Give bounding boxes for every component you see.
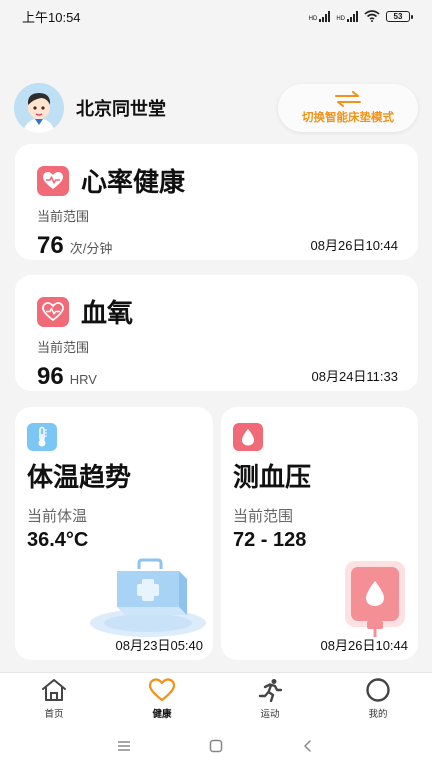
heart-rate-value: 76 xyxy=(37,232,64,259)
blood-pressure-value: 72 - 128 xyxy=(233,529,307,551)
circle-icon xyxy=(366,677,390,702)
switch-mode-label: 切换智能床垫模式 xyxy=(302,112,394,124)
temperature-label: 当前体温 xyxy=(27,508,88,525)
tab-exercise-label: 运动 xyxy=(260,708,280,720)
bottom-tab-bar: 首页 健康 运动 我的 xyxy=(0,672,432,724)
blood-pressure-card[interactable]: 测血压 当前范围 72 - 128 08月26日10:44 xyxy=(221,407,418,660)
header: 北京同世堂 切换智能床垫模式 xyxy=(14,83,418,133)
medical-kit-illustration xyxy=(90,558,206,637)
temperature-value: 36.4°C xyxy=(27,529,89,551)
tab-home[interactable]: 首页 xyxy=(0,673,108,724)
tab-health-label: 健康 xyxy=(152,708,172,720)
status-icons: HD HD 53 xyxy=(309,10,413,22)
heart-rate-timestamp: 08月26日10:44 xyxy=(310,238,398,253)
heart-rate-unit: 次/分钟 xyxy=(69,241,113,256)
battery-icon: 53 xyxy=(386,10,413,22)
blood-oxygen-card[interactable]: 血氧 当前范围 96 HRV 08月24日11:33 xyxy=(15,275,418,391)
home-square-icon[interactable] xyxy=(208,739,224,753)
blood-oxygen-timestamp: 08月24日11:33 xyxy=(311,369,399,384)
blood-oxygen-unit: HRV xyxy=(69,372,97,387)
system-nav-bar xyxy=(0,724,432,768)
heart-pulse-icon xyxy=(37,165,69,196)
tab-exercise[interactable]: 运动 xyxy=(216,673,324,724)
temperature-title: 体温趋势 xyxy=(27,462,132,492)
menu-icon[interactable] xyxy=(116,739,132,753)
running-icon xyxy=(258,678,283,702)
tab-home-label: 首页 xyxy=(44,708,64,720)
blood-bag-illustration xyxy=(345,561,405,637)
blood-pressure-timestamp: 08月26日10:44 xyxy=(320,638,408,653)
tab-profile[interactable]: 我的 xyxy=(324,673,432,724)
blood-oxygen-range-label: 当前范围 xyxy=(37,340,90,355)
heart-wave-icon xyxy=(37,296,69,327)
signal-icon-2: HD xyxy=(336,10,358,22)
heart-rate-title: 心率健康 xyxy=(81,167,186,197)
avatar[interactable] xyxy=(14,83,64,133)
brand-name: 北京同世堂 xyxy=(76,99,166,119)
heart-rate-card[interactable]: 心率健康 当前范围 76 次/分钟 08月26日10:44 xyxy=(15,144,418,260)
home-icon xyxy=(42,678,66,701)
status-bar: 上午10:54 HD HD 53 xyxy=(0,0,432,32)
thermometer-icon xyxy=(27,423,57,451)
wifi-icon xyxy=(364,10,380,22)
status-time: 上午10:54 xyxy=(22,9,81,25)
back-icon[interactable] xyxy=(300,739,316,753)
heart-rate-range-label: 当前范围 xyxy=(37,209,90,224)
blood-oxygen-title: 血氧 xyxy=(81,298,134,328)
heart-icon xyxy=(148,677,176,701)
blood-oxygen-value: 96 xyxy=(37,363,64,390)
blood-pressure-title: 测血压 xyxy=(233,462,312,492)
blood-drop-icon xyxy=(233,423,263,451)
blood-pressure-label: 当前范围 xyxy=(233,508,294,525)
switch-mode-button[interactable]: 切换智能床垫模式 xyxy=(278,84,418,132)
temperature-timestamp: 08月23日05:40 xyxy=(115,638,203,653)
tab-profile-label: 我的 xyxy=(368,708,388,720)
tab-health[interactable]: 健康 xyxy=(108,673,216,724)
temperature-card[interactable]: 体温趋势 当前体温 36.4°C 08月23日05:40 xyxy=(15,407,213,660)
swap-arrows-icon xyxy=(335,91,361,107)
signal-icon: HD xyxy=(309,10,331,22)
